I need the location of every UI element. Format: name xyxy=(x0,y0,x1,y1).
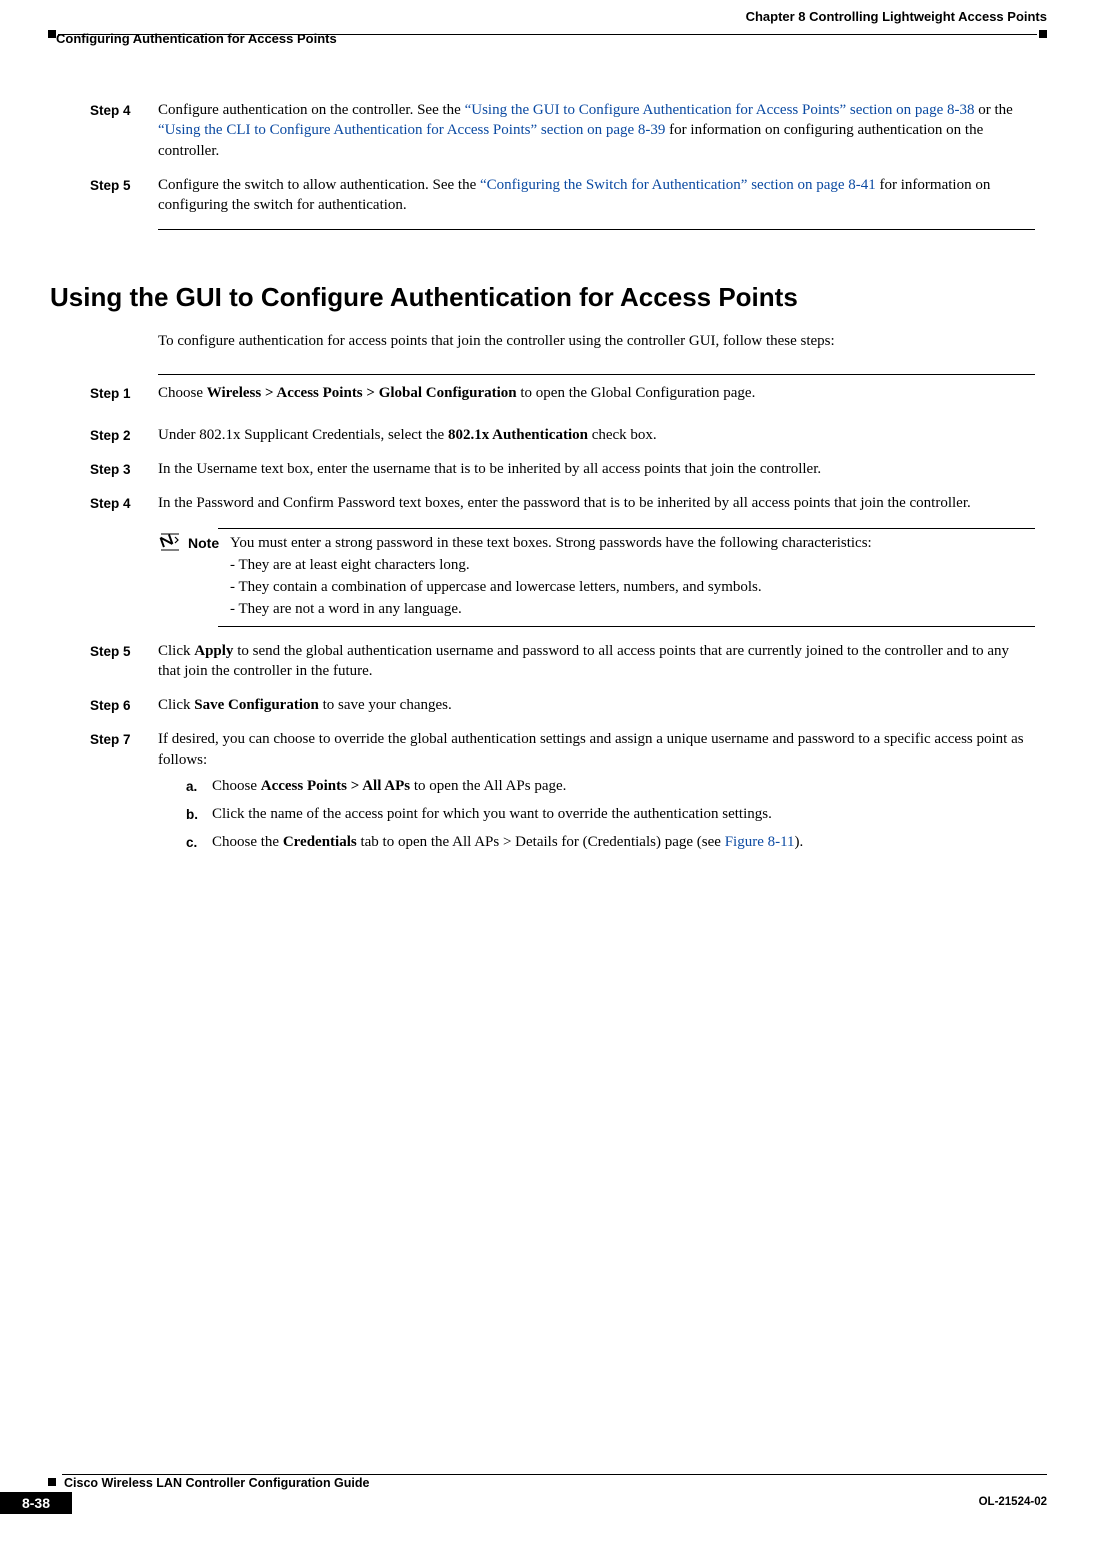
header-chapter: Chapter 8 Controlling Lightweight Access… xyxy=(48,0,1047,26)
step-4: Step 4 In the Password and Confirm Passw… xyxy=(90,493,1035,517)
step-label: Step 1 xyxy=(90,383,158,407)
step-label: Step 3 xyxy=(90,459,158,483)
note-block: Note You must enter a strong password in… xyxy=(158,528,1035,627)
link-figure-8-11[interactable]: Figure 8-11 xyxy=(725,834,795,850)
text: Choose xyxy=(158,385,207,401)
text: Click the name of the access point for w… xyxy=(212,804,772,824)
step-3: Step 3 In the Username text box, enter t… xyxy=(90,459,1035,483)
header-rule xyxy=(48,32,1047,36)
tab-name: Credentials xyxy=(283,834,357,850)
step-label: Step 4 xyxy=(90,100,158,165)
substep-c: c. Choose the Credentials tab to open th… xyxy=(186,832,1035,852)
step-body: In the Username text box, enter the user… xyxy=(158,459,1035,483)
text: ). xyxy=(795,834,804,850)
header-section: Configuring Authentication for Access Po… xyxy=(56,26,1047,48)
substep-a: a. Choose Access Points > All APs to ope… xyxy=(186,776,1035,796)
text: check box. xyxy=(588,427,657,443)
page-header: Chapter 8 Controlling Lightweight Access… xyxy=(48,0,1047,48)
text: to open the All APs page. xyxy=(410,778,566,794)
substep-letter: b. xyxy=(186,804,212,824)
text: tab to open the All APs > Details for (C… xyxy=(357,834,725,850)
text: In the Password and Confirm Password tex… xyxy=(158,493,1035,513)
step-body: In the Password and Confirm Password tex… xyxy=(158,493,1035,517)
step-body: If desired, you can choose to override t… xyxy=(158,729,1035,860)
step-body: Click Apply to send the global authentic… xyxy=(158,641,1035,686)
substep-letter: a. xyxy=(186,776,212,796)
step-body: Configure authentication on the controll… xyxy=(158,100,1035,165)
step-body: Click Save Configuration to save your ch… xyxy=(158,695,1035,719)
text: to save your changes. xyxy=(319,697,452,713)
step-body: Choose Wireless > Access Points > Global… xyxy=(158,383,1035,407)
text: Configure the switch to allow authentica… xyxy=(158,177,480,193)
substep-letter: c. xyxy=(186,832,212,852)
page-content: Step 4 Configure authentication on the c… xyxy=(90,100,1035,871)
step-label: Step 2 xyxy=(90,425,158,449)
step-label: Step 4 xyxy=(90,493,158,517)
text: to open the Global Configuration page. xyxy=(517,385,756,401)
text: You must enter a strong password in thes… xyxy=(230,533,1035,553)
text: to send the global authentication userna… xyxy=(158,643,1009,679)
note-text: You must enter a strong password in thes… xyxy=(230,533,1035,622)
text: Click xyxy=(158,697,194,713)
text: or the xyxy=(974,102,1012,118)
text: Click xyxy=(158,643,194,659)
top-step-5: Step 5 Configure the switch to allow aut… xyxy=(90,175,1035,220)
page-number: 8-38 xyxy=(0,1492,72,1514)
step-body: Under 802.1x Supplicant Credentials, sel… xyxy=(158,425,1035,449)
text: Under 802.1x Supplicant Credentials, sel… xyxy=(158,427,448,443)
section-intro: To configure authentication for access p… xyxy=(158,331,1035,351)
link-cli-auth[interactable]: “Using the CLI to Configure Authenticati… xyxy=(158,122,665,138)
button-name: Apply xyxy=(194,643,233,659)
text: Configure authentication on the controll… xyxy=(158,102,465,118)
step-5: Step 5 Click Apply to send the global au… xyxy=(90,641,1035,686)
text: - They contain a combination of uppercas… xyxy=(230,577,1035,597)
note-icon xyxy=(158,528,188,627)
top-step-4: Step 4 Configure authentication on the c… xyxy=(90,100,1035,165)
steps-end-rule xyxy=(158,229,1035,230)
step-7: Step 7 If desired, you can choose to ove… xyxy=(90,729,1035,860)
step-body: Configure the switch to allow authentica… xyxy=(158,175,1035,220)
text: - They are not a word in any language. xyxy=(230,599,1035,619)
steps-start-rule xyxy=(158,374,1035,375)
link-switch-auth[interactable]: “Configuring the Switch for Authenticati… xyxy=(480,177,876,193)
step-6: Step 6 Click Save Configuration to save … xyxy=(90,695,1035,719)
step-label: Step 5 xyxy=(90,175,158,220)
step-label: Step 6 xyxy=(90,695,158,719)
document-number: OL-21524-02 xyxy=(979,1495,1047,1511)
step-2: Step 2 Under 802.1x Supplicant Credentia… xyxy=(90,425,1035,449)
page-footer: Cisco Wireless LAN Controller Configurat… xyxy=(48,1472,1047,1514)
menu-path: Access Points > All APs xyxy=(261,778,410,794)
step-label: Step 7 xyxy=(90,729,158,860)
link-gui-auth[interactable]: “Using the GUI to Configure Authenticati… xyxy=(465,102,975,118)
substep-b: b. Click the name of the access point fo… xyxy=(186,804,1035,824)
section-title: Using the GUI to Configure Authenticatio… xyxy=(50,280,1035,315)
menu-path: Wireless > Access Points > Global Config… xyxy=(207,385,517,401)
text: If desired, you can choose to override t… xyxy=(158,729,1035,770)
note-label: Note xyxy=(188,533,230,622)
step-1: Step 1 Choose Wireless > Access Points >… xyxy=(90,383,1035,407)
step-label: Step 5 xyxy=(90,641,158,686)
checkbox-name: 802.1x Authentication xyxy=(448,427,588,443)
button-name: Save Configuration xyxy=(194,697,319,713)
text: Choose the xyxy=(212,834,283,850)
text: Choose xyxy=(212,778,261,794)
text: In the Username text box, enter the user… xyxy=(158,459,1035,479)
text: - They are at least eight characters lon… xyxy=(230,555,1035,575)
